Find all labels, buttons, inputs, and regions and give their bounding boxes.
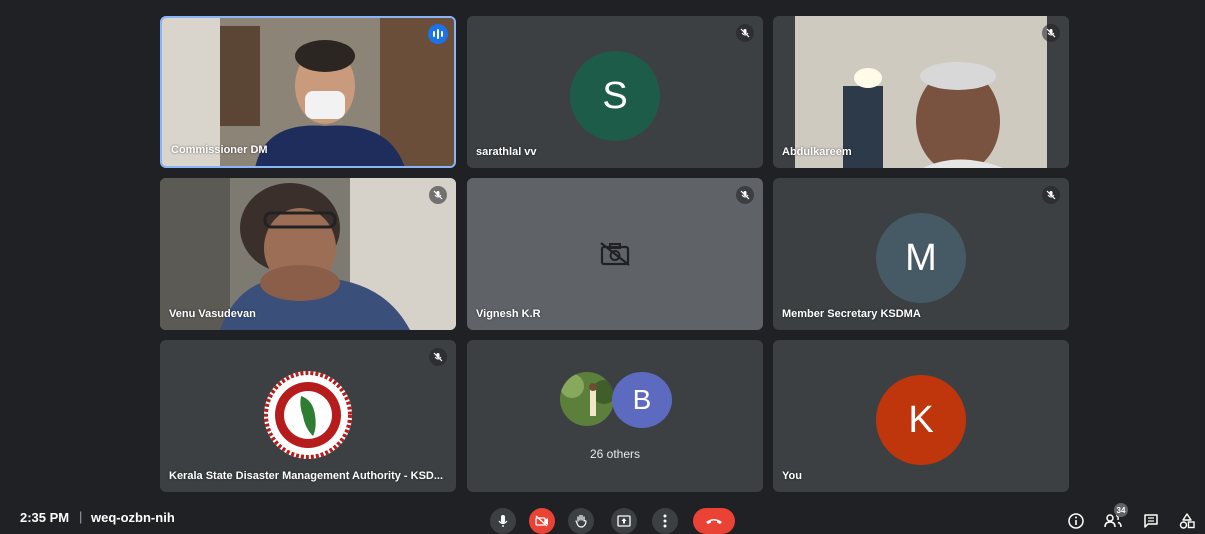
participant-count-badge: 34 bbox=[1114, 503, 1128, 517]
participant-tile-sarathlal[interactable]: S sarathlal vv bbox=[467, 16, 763, 168]
raise-hand-icon bbox=[574, 514, 587, 528]
mic-off-icon bbox=[429, 186, 447, 204]
meeting-time: 2:35 PM bbox=[20, 510, 70, 525]
avatar-initial: B bbox=[632, 384, 652, 415]
end-call-button[interactable] bbox=[693, 508, 735, 534]
others-count-label: 26 others bbox=[589, 447, 641, 461]
microphone-button[interactable] bbox=[490, 508, 516, 534]
participant-tile-venu[interactable]: Venu Vasudevan bbox=[160, 178, 456, 330]
camera-toggle-button[interactable] bbox=[529, 508, 555, 534]
more-options-icon bbox=[663, 514, 667, 528]
present-screen-button[interactable] bbox=[611, 508, 637, 534]
meeting-details-button[interactable] bbox=[1065, 510, 1087, 532]
participant-name: Member Secretary KSDMA bbox=[782, 308, 921, 320]
participant-tile-ksdma[interactable]: Kerala State Disaster Management Authori… bbox=[160, 340, 456, 492]
microphone-icon bbox=[498, 515, 508, 527]
mic-off-icon bbox=[736, 186, 754, 204]
avatar-initial: M bbox=[905, 236, 937, 279]
chat-icon bbox=[1144, 514, 1158, 528]
camera-off-icon bbox=[600, 242, 630, 266]
participant-name: Venu Vasudevan bbox=[169, 308, 256, 320]
participant-name: You bbox=[782, 470, 802, 482]
camera-off-icon bbox=[535, 515, 548, 527]
participant-name: Commissioner DM bbox=[171, 144, 268, 156]
activities-icon bbox=[1179, 513, 1195, 529]
participant-name: Abdulkareem bbox=[782, 146, 852, 158]
mic-off-icon bbox=[1042, 186, 1060, 204]
end-call-icon bbox=[706, 519, 722, 524]
avatar: M bbox=[876, 213, 966, 303]
participant-name: Vignesh K.R bbox=[476, 308, 541, 320]
speaking-indicator-icon bbox=[428, 24, 448, 44]
activities-button[interactable] bbox=[1176, 510, 1198, 532]
mic-off-icon bbox=[1042, 24, 1060, 42]
mic-off-icon bbox=[429, 348, 447, 366]
avatar-initial: K bbox=[908, 398, 934, 441]
avatar: B bbox=[612, 372, 672, 428]
present-screen-icon bbox=[617, 515, 631, 527]
more-options-button[interactable] bbox=[652, 508, 678, 534]
mic-off-icon bbox=[736, 24, 754, 42]
chat-button[interactable] bbox=[1140, 510, 1162, 532]
participants-button[interactable]: 34 bbox=[1102, 503, 1128, 532]
separator: | bbox=[79, 509, 83, 524]
participant-tile-others[interactable]: B 26 others bbox=[467, 340, 763, 492]
participant-tile-commissioner-dm[interactable]: Commissioner DM bbox=[160, 16, 456, 168]
avatar: K bbox=[876, 375, 966, 465]
participant-tile-self[interactable]: K You bbox=[773, 340, 1069, 492]
participant-tile-abdulkareem[interactable]: Abdulkareem bbox=[773, 16, 1069, 168]
participant-tile-vignesh[interactable]: Vignesh K.R bbox=[467, 178, 763, 330]
bottom-control-bar: 2:35 PM | weq-ozbn-nih 34 bbox=[0, 500, 1205, 534]
raise-hand-button[interactable] bbox=[568, 508, 594, 534]
meeting-code: weq-ozbn-nih bbox=[91, 510, 175, 525]
avatar-initial: S bbox=[602, 74, 628, 117]
participant-tile-member-secretary[interactable]: M Member Secretary KSDMA bbox=[773, 178, 1069, 330]
info-icon bbox=[1068, 513, 1084, 529]
participant-name: sarathlal vv bbox=[476, 146, 537, 158]
ksdma-logo bbox=[264, 371, 352, 459]
participant-name: Kerala State Disaster Management Authori… bbox=[169, 470, 444, 482]
avatar: S bbox=[570, 51, 660, 141]
participant-photo-thumbnail bbox=[560, 372, 614, 426]
